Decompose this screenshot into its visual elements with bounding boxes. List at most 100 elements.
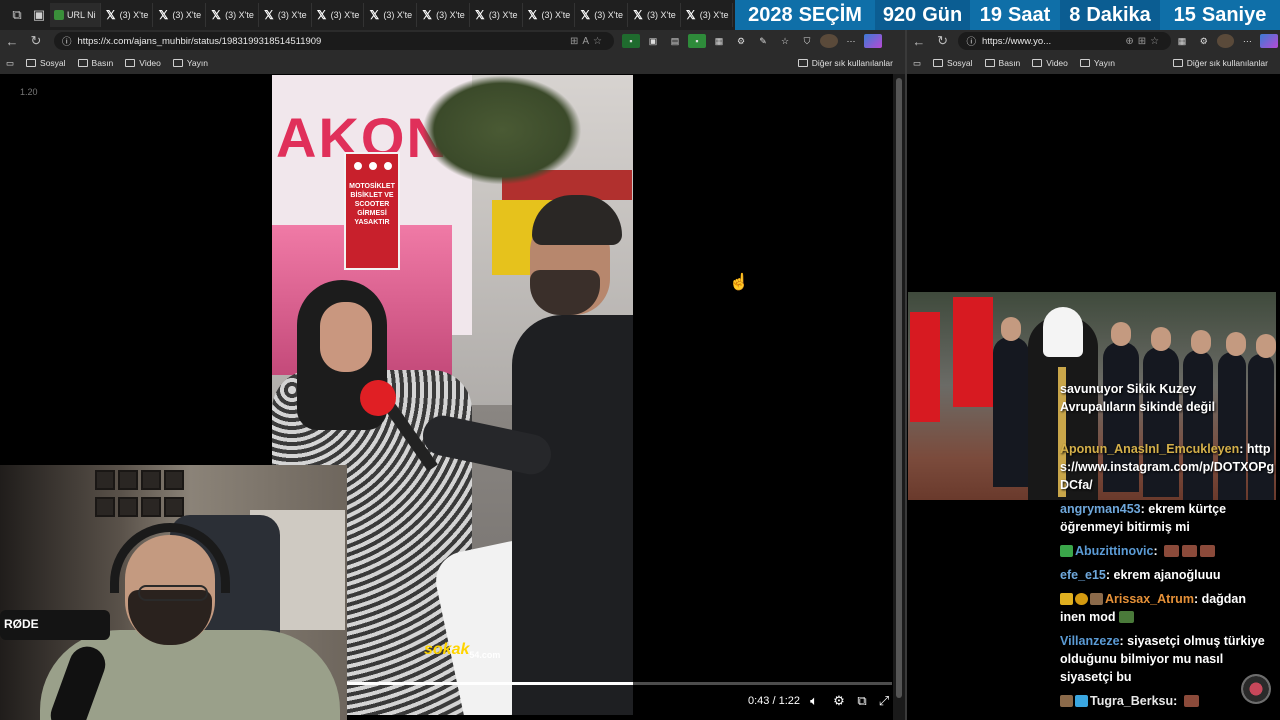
tab-label: (3) X'te <box>330 10 360 20</box>
chat-username[interactable]: Aponun_AnasInI_Emcukleyen <box>1060 442 1239 456</box>
more-icon[interactable]: ⋯ <box>1238 34 1256 48</box>
extension-icon[interactable]: ▤ <box>666 34 684 48</box>
chat-message: Aponun_AnasInI_Emcukleyen: https://www.i… <box>1060 440 1275 494</box>
tab-x[interactable]: 𝕏 (3) X'te <box>681 3 734 27</box>
turkish-flag <box>953 297 993 407</box>
tab-x[interactable]: 𝕏 (3) X'te <box>417 3 470 27</box>
avatar[interactable] <box>820 34 838 48</box>
bookmark-folder[interactable]: Yayın <box>1079 58 1115 68</box>
election-countdown-banner: 2028 SEÇİM 920 Gün 19 Saat 8 Dakika 15 S… <box>735 0 1280 30</box>
tab-x[interactable]: 𝕏 (3) X'te <box>523 3 576 27</box>
settings-gear-icon[interactable]: ⚙ <box>831 693 847 709</box>
countdown-days: 920 Gün <box>875 0 970 30</box>
extension-icon[interactable]: ▪ <box>688 34 706 48</box>
scrollbar-thumb[interactable] <box>896 78 902 698</box>
tab-x[interactable]: 𝕏 (3) X'te <box>206 3 259 27</box>
tab-x[interactable]: 𝕏 (3) X'te <box>153 3 207 27</box>
channel-logo: sokak54.com <box>424 641 500 660</box>
tree <box>422 75 582 185</box>
url-actions-icons[interactable]: ⊞A☆ <box>570 36 606 47</box>
bookmark-folder[interactable]: Basın <box>984 58 1020 68</box>
extension-icon[interactable]: ▦ <box>1173 34 1191 48</box>
site-info-icon[interactable]: ⓘ <box>966 34 976 48</box>
reading-view-icon[interactable]: ▭ <box>913 58 921 69</box>
bookmark-folder[interactable]: Yayın <box>172 58 208 68</box>
folder-icon <box>172 59 183 67</box>
countdown-hours-label: Saat <box>1008 3 1051 26</box>
extension-icon[interactable]: ▪ <box>622 34 640 48</box>
favorites-icon[interactable]: ☆ <box>776 34 794 48</box>
back-icon[interactable]: ← <box>0 34 24 49</box>
reading-view-icon[interactable]: ▭ <box>6 58 14 69</box>
more-icon[interactable]: ⋯ <box>842 34 860 48</box>
extension-icon[interactable]: ▣ <box>644 34 662 48</box>
rode-microphone: RØDE <box>0 610 110 640</box>
official-person <box>993 317 1029 487</box>
progress-bar[interactable] <box>347 682 892 685</box>
copilot-icon[interactable] <box>864 34 882 48</box>
hand-cursor-icon: ☝ <box>729 274 749 291</box>
url-field[interactable]: ⓘ https://www.yo... ⊕⊞☆ <box>958 32 1172 50</box>
extension-icon[interactable]: ⚙ <box>1195 34 1213 48</box>
tab-x[interactable]: 𝕏 (3) X'te <box>101 3 154 27</box>
extension-icon[interactable]: ✎ <box>754 34 772 48</box>
other-bookmarks[interactable]: Diğer sık kullanılanlar <box>1172 58 1268 68</box>
tab-x[interactable]: 𝕏 (3) X'te <box>259 3 312 27</box>
bookmark-folder[interactable]: Basın <box>77 58 113 68</box>
bookmark-folder[interactable]: Sosyal <box>26 58 66 68</box>
extension-icon[interactable]: ▦ <box>710 34 728 48</box>
site-info-icon[interactable]: ⓘ <box>62 34 72 48</box>
sub-badge-icon <box>1060 695 1073 707</box>
tab-x[interactable]: 𝕏 (3) X'te <box>470 3 523 27</box>
avatar[interactable] <box>1216 34 1235 48</box>
workspaces-icon[interactable]: ⧉ <box>6 4 28 26</box>
right-bookmarks-bar: ▭ Sosyal Basın Video Yayın Diğer sık kul… <box>907 52 1280 74</box>
tab-label: (3) X'te <box>541 10 571 20</box>
url-actions-icons[interactable]: ⊕⊞☆ <box>1125 36 1163 47</box>
bookmark-folder[interactable]: Video <box>1032 58 1068 68</box>
tab-actions-icon[interactable]: ▣ <box>28 4 50 26</box>
x-logo-icon: 𝕏 <box>422 8 432 22</box>
folder-icon <box>933 59 944 67</box>
chat-username[interactable]: angryman453 <box>1060 502 1141 516</box>
reload-icon[interactable]: ↻ <box>931 33 955 49</box>
bookmark-folder[interactable]: Sosyal <box>933 58 973 68</box>
prohibition-sign-text: MOTOSİKLET BİSİKLET VE SCOOTER GİRMESİ Y… <box>349 183 395 227</box>
tab-x[interactable]: 𝕏 (3) X'te <box>312 3 365 27</box>
chat-separator: : <box>1105 568 1114 582</box>
chat-username[interactable]: Tugra_Berksu <box>1090 694 1173 708</box>
microphone-icon <box>360 380 396 416</box>
reload-icon[interactable]: ↻ <box>24 33 48 49</box>
tab-x[interactable]: 𝕏 (3) X'te <box>364 3 418 27</box>
url-field[interactable]: ⓘ https://x.com/ajans_muhbir/status/1983… <box>54 32 614 50</box>
tab-url[interactable]: URL Ni <box>50 3 101 27</box>
copilot-icon[interactable] <box>1260 34 1278 48</box>
chat-username[interactable]: Abuzittinovic <box>1075 544 1153 558</box>
chat-username[interactable]: efe_e15 <box>1060 568 1106 582</box>
picture-in-picture-icon[interactable]: ⧉ <box>854 693 870 709</box>
url-text: https://x.com/ajans_muhbir/status/198319… <box>77 35 322 47</box>
interviewer-man <box>419 195 633 715</box>
tab-label: URL Ni <box>67 10 96 20</box>
tab-x[interactable]: 𝕏 (3) X'te <box>628 3 681 27</box>
countdown-year: 2028 <box>748 3 793 26</box>
video-corner-label: 1.20 <box>20 87 38 97</box>
fullscreen-icon[interactable]: ⤢ <box>876 693 892 709</box>
tab-x[interactable]: 𝕏 (3) X'te <box>575 3 629 27</box>
extension-icon[interactable]: ⚙ <box>732 34 750 48</box>
folder-icon <box>1079 59 1090 67</box>
chat-message: Arissax_Atrum: dağdan inen mod <box>1060 590 1275 626</box>
url-text: https://www.yo... <box>981 35 1052 47</box>
chat-username[interactable]: Villanzeze <box>1060 634 1120 648</box>
back-icon[interactable]: ← <box>907 34 931 49</box>
chat-username[interactable]: Arissax_Atrum <box>1105 592 1194 606</box>
shield-icon[interactable]: ⛉ <box>798 34 816 48</box>
volume-icon[interactable]: 🔈︎ <box>806 693 822 709</box>
other-bookmarks[interactable]: Diğer sık kullanılanlar <box>797 58 893 68</box>
bookmark-folder[interactable]: Video <box>125 58 161 68</box>
page-scrollbar[interactable] <box>893 74 905 720</box>
tab-label: (3) X'te <box>488 10 518 20</box>
tab-label: (3) X'te <box>647 10 676 20</box>
progress-fill <box>347 682 633 685</box>
subscriber-badge-icon <box>1060 545 1073 557</box>
